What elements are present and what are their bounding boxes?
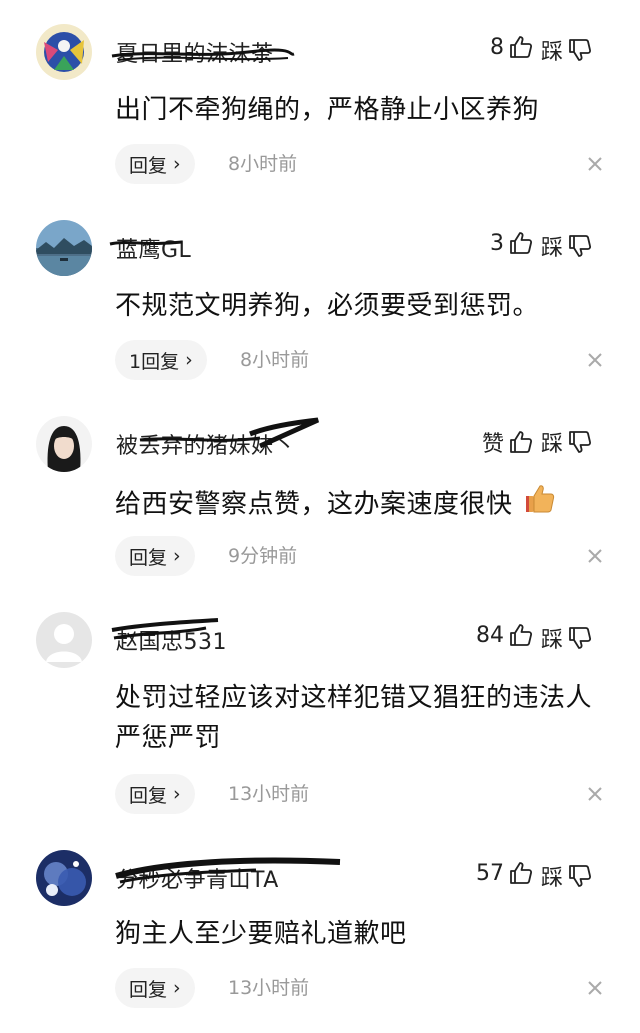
comment-text: 狗主人至少要赔礼道歉吧 — [115, 919, 407, 949]
dislike-label: 踩 — [541, 628, 564, 653]
avatar[interactable] — [36, 220, 92, 276]
thumbs-down-icon — [567, 233, 593, 259]
thumbs-down-icon — [567, 37, 593, 63]
reply-label: 回复 — [129, 546, 168, 569]
like-count: 84 — [476, 622, 504, 648]
dislike-label: 踩 — [541, 866, 564, 891]
username[interactable]: 被丢弃的猪妹妹丶 — [116, 428, 296, 460]
dislike-button[interactable]: 踩 — [541, 426, 593, 458]
timestamp: 13小时前 — [228, 783, 310, 805]
like-button[interactable]: 赞 — [482, 426, 534, 458]
avatar[interactable] — [36, 24, 92, 80]
thumbs-up-icon — [508, 34, 534, 60]
like-button[interactable]: 84 — [476, 622, 534, 648]
dislike-label: 踩 — [541, 40, 564, 65]
chevron-right-icon: › — [185, 349, 193, 371]
thumbs-up-icon — [508, 230, 534, 256]
thumbs-down-icon — [567, 625, 593, 651]
thumbs-down-icon — [567, 429, 593, 455]
reply-button[interactable]: 回复 › — [115, 144, 195, 184]
timestamp: 9分钟前 — [228, 545, 298, 567]
close-icon[interactable] — [582, 781, 608, 807]
like-count: 8 — [490, 34, 504, 60]
timestamp: 13小时前 — [228, 977, 310, 999]
thumbs-up-icon — [508, 622, 534, 648]
avatar[interactable] — [36, 850, 92, 906]
thumbs-down-icon — [567, 863, 593, 889]
chevron-right-icon: › — [173, 783, 181, 805]
avatar[interactable] — [36, 612, 92, 668]
timestamp: 8小时前 — [240, 349, 310, 371]
reply-button[interactable]: 1回复 › — [115, 340, 207, 380]
chevron-right-icon: › — [173, 977, 181, 999]
dislike-label: 踩 — [541, 236, 564, 261]
username[interactable]: 分秒必争青山TA — [116, 862, 279, 894]
comment-text: 给西安警察点赞，这办案速度很快 — [115, 482, 615, 528]
like-count: 57 — [476, 860, 504, 886]
comment-meta: 回复 › 13小时前 — [115, 774, 615, 814]
comment-text: 不规范文明养狗，必须要受到惩罚。 — [115, 291, 540, 321]
thumbs-up-emoji-icon — [523, 482, 557, 528]
reply-button[interactable]: 回复 › — [115, 968, 195, 1008]
close-icon[interactable] — [582, 151, 608, 177]
chevron-right-icon: › — [173, 153, 181, 175]
reply-button[interactable]: 回复 › — [115, 774, 195, 814]
username[interactable]: 夏日里的沫沫茶 — [116, 36, 274, 68]
comment-meta: 回复 › 9分钟前 — [115, 536, 615, 576]
username[interactable]: 蓝鹰GL — [116, 232, 191, 264]
comment-text-content: 给西安警察点赞，这办案速度很快 — [115, 489, 513, 520]
comment-meta: 回复 › 8小时前 — [115, 144, 615, 184]
dislike-button[interactable]: 踩 — [541, 622, 593, 654]
like-count: 3 — [490, 230, 504, 256]
chevron-right-icon: › — [173, 545, 181, 567]
timestamp: 8小时前 — [228, 153, 298, 175]
comment-text: 出门不牵狗绳的，严格静止小区养狗 — [115, 95, 540, 125]
comment-meta: 1回复 › 8小时前 — [115, 340, 615, 380]
dislike-button[interactable]: 踩 — [541, 860, 593, 892]
reply-label: 回复 — [129, 154, 168, 177]
dislike-button[interactable]: 踩 — [541, 230, 593, 262]
reply-label: 回复 — [129, 784, 168, 807]
avatar[interactable] — [36, 416, 92, 472]
like-button[interactable]: 8 — [490, 34, 534, 60]
thumbs-up-icon — [508, 429, 534, 455]
reply-label: 1回复 — [129, 350, 180, 373]
comment-text: 处罚过轻应该对这样犯错又猖狂的违法人严惩严罚 — [115, 683, 593, 753]
thumbs-up-icon — [508, 860, 534, 886]
close-icon[interactable] — [582, 543, 608, 569]
like-button[interactable]: 3 — [490, 230, 534, 256]
close-icon[interactable] — [582, 975, 608, 1001]
close-icon[interactable] — [582, 347, 608, 373]
like-count: 赞 — [481, 432, 504, 457]
comment-meta: 回复 › 13小时前 — [115, 968, 615, 1008]
dislike-label: 踩 — [541, 432, 564, 457]
reply-label: 回复 — [129, 978, 168, 1001]
like-button[interactable]: 57 — [476, 860, 534, 886]
dislike-button[interactable]: 踩 — [541, 34, 593, 66]
reply-button[interactable]: 回复 › — [115, 536, 195, 576]
username[interactable]: 赵国忠531 — [116, 624, 227, 656]
